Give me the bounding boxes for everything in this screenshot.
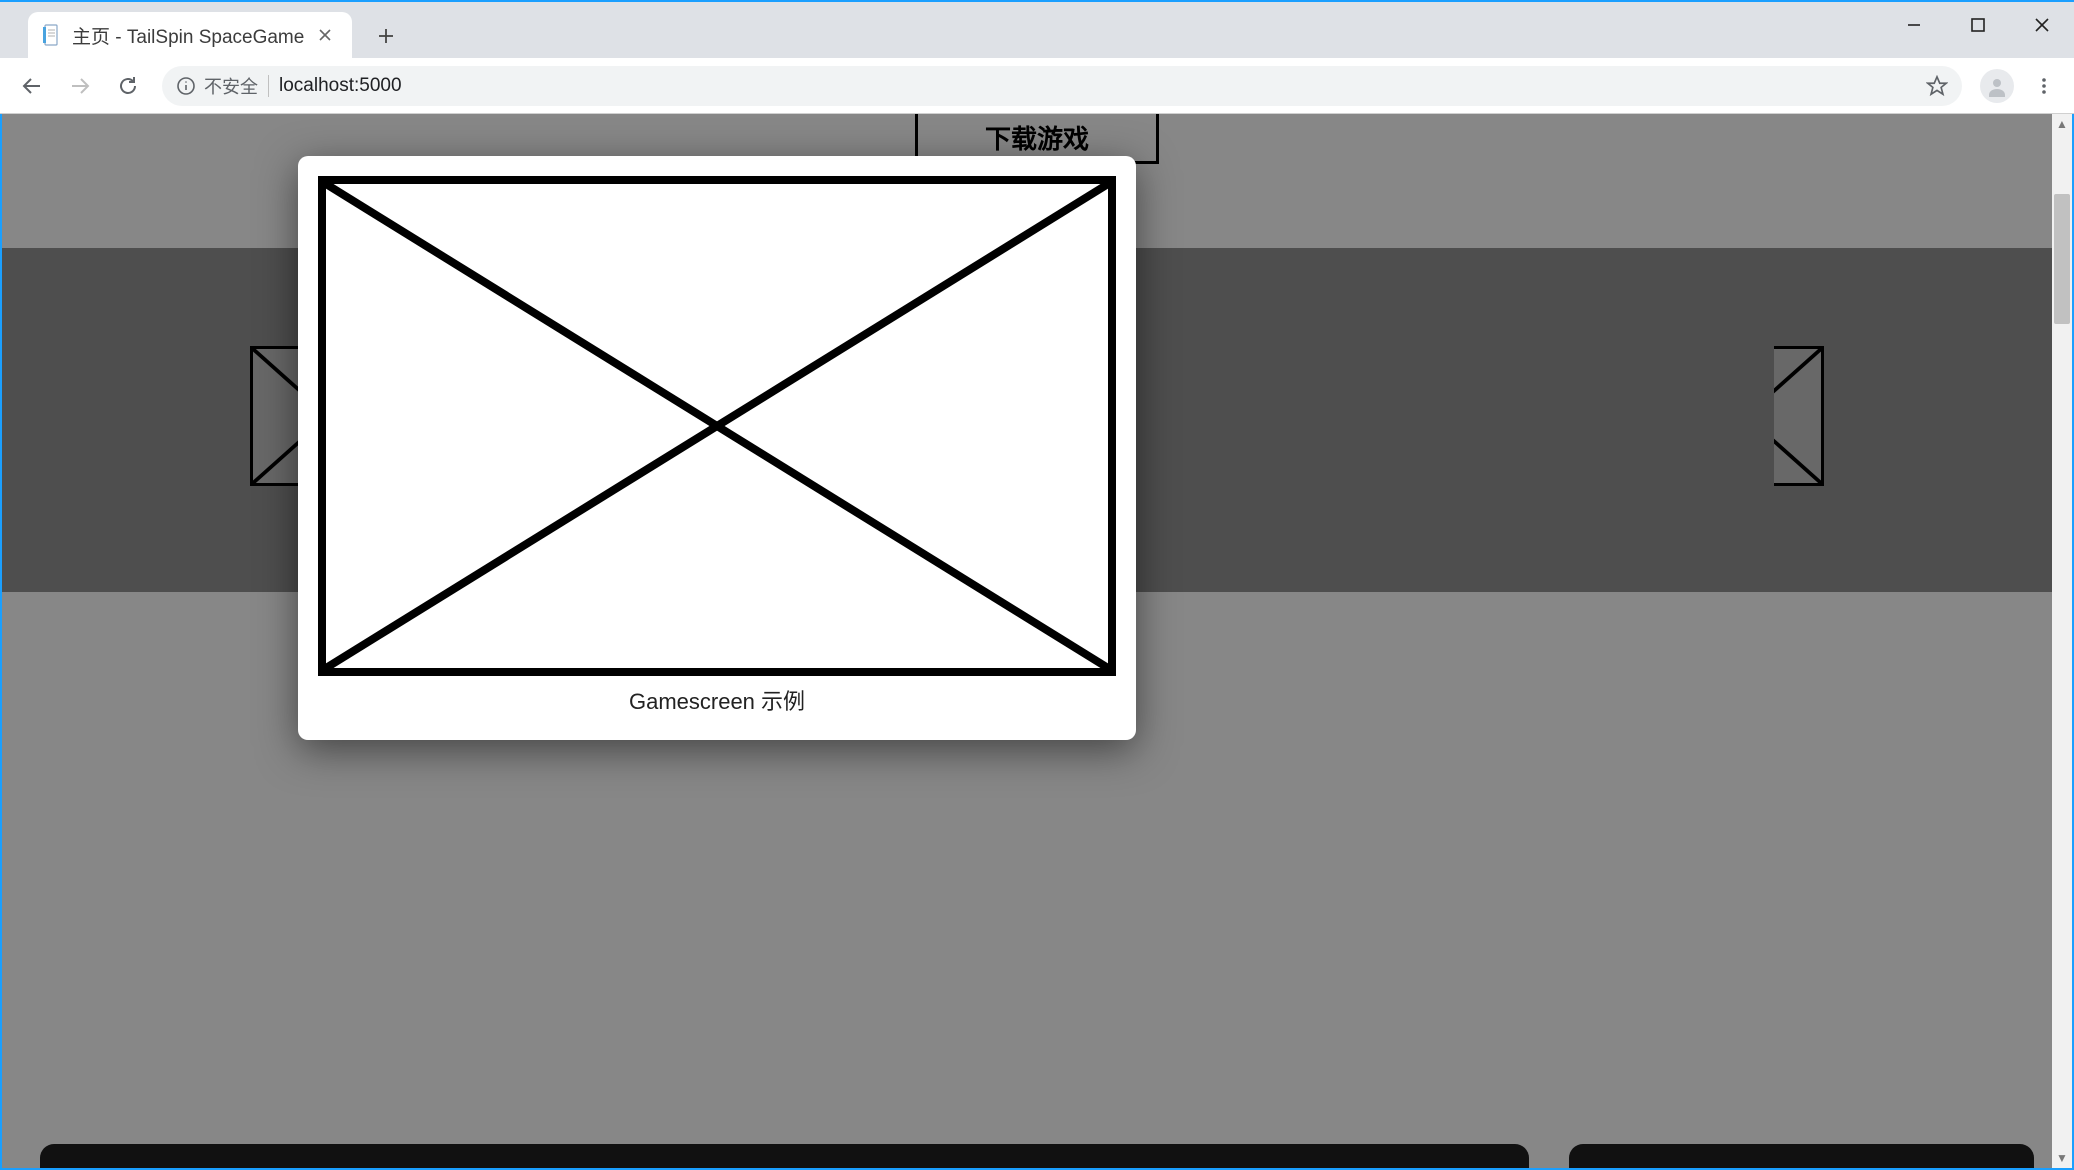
placeholder-image-icon: [318, 176, 1116, 676]
modal-caption: Gamescreen 示例: [318, 684, 1116, 716]
scrollbar-thumb[interactable]: [2054, 194, 2070, 324]
nav-reload-button[interactable]: [106, 64, 150, 108]
bottom-card[interactable]: [40, 1144, 1529, 1170]
browser-titlebar: 主页 - TailSpin SpaceGame: [0, 0, 2074, 58]
tab-title: 主页 - TailSpin SpaceGame: [72, 22, 304, 49]
window-minimize-button[interactable]: [1882, 2, 1946, 48]
tab-close-button[interactable]: [314, 24, 336, 46]
screenshot-modal: Gamescreen 示例: [298, 156, 1136, 740]
url-text: localhost:5000: [279, 75, 402, 97]
bookmark-star-icon[interactable]: [1926, 75, 1948, 97]
bottom-card[interactable]: [1569, 1144, 2034, 1170]
vertical-scrollbar[interactable]: ▲ ▼: [2052, 114, 2072, 1168]
download-game-label: 下载游戏: [985, 119, 1089, 156]
page-viewport: 下载游戏 ▲ ▼ Gamescreen 示例: [0, 114, 2074, 1170]
bottom-cards-row: [40, 1144, 2034, 1170]
nav-forward-button[interactable]: [58, 64, 102, 108]
carousel-thumb-left[interactable]: [250, 346, 300, 486]
browser-toolbar: 不安全 localhost:5000: [0, 58, 2074, 114]
carousel-thumb-right[interactable]: [1774, 346, 1824, 486]
window-controls: [1882, 2, 2074, 48]
security-indicator[interactable]: 不安全: [176, 73, 258, 99]
info-icon: [176, 76, 196, 96]
scrollbar-up-icon[interactable]: ▲: [2052, 114, 2072, 134]
security-label: 不安全: [204, 73, 258, 99]
browser-tab-active[interactable]: 主页 - TailSpin SpaceGame: [28, 12, 352, 58]
omnibox-divider: [268, 75, 269, 97]
window-close-button[interactable]: [2010, 2, 2074, 48]
profile-avatar[interactable]: [1980, 69, 2014, 103]
nav-back-button[interactable]: [10, 64, 54, 108]
browser-menu-button[interactable]: [2024, 66, 2064, 106]
new-tab-button[interactable]: [366, 16, 406, 56]
page-favicon-icon: [42, 23, 62, 47]
scrollbar-down-icon[interactable]: ▼: [2052, 1148, 2072, 1168]
address-bar[interactable]: 不安全 localhost:5000: [162, 66, 1962, 106]
window-maximize-button[interactable]: [1946, 2, 2010, 48]
